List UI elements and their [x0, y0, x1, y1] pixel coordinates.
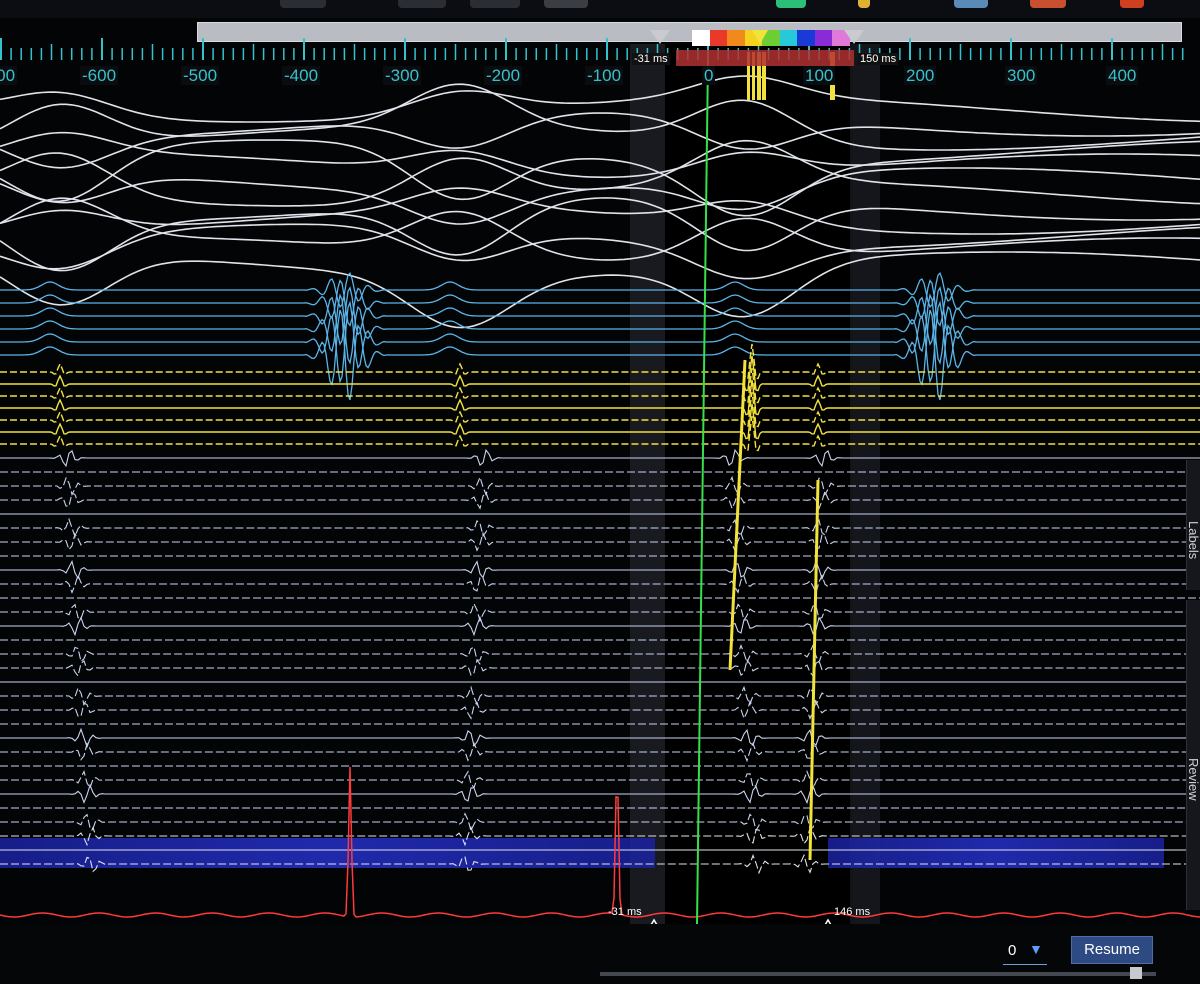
axis-tick-label: -400	[282, 66, 321, 85]
catheter-trace	[0, 343, 1200, 380]
catheter-trace	[0, 355, 1200, 392]
trace-group	[0, 75, 1200, 918]
mapping-trace	[0, 475, 1200, 497]
axis-tick-label: -600	[80, 66, 119, 85]
window-ruler	[676, 50, 854, 66]
window-of-interest-right-shade	[850, 44, 880, 924]
mapping-trace	[0, 531, 1200, 553]
dropdown-arrow-icon: ▼	[1029, 941, 1043, 957]
colorbar-left-handle-icon[interactable]	[650, 30, 670, 44]
right-marker-label: 146 ms	[834, 906, 871, 918]
ep-mapping-review-screen: -31 ms 150 ms -700 -600 -500 -400 -300 -200 -1…	[0, 0, 1200, 984]
colorbar-yellow-handle-icon[interactable]	[752, 30, 768, 44]
colorbar-segment	[814, 30, 833, 46]
colorbar-segment	[692, 30, 710, 46]
blue-band-left	[0, 838, 655, 868]
mapping-trace	[0, 699, 1200, 721]
window-start-label: -31 ms	[632, 53, 670, 65]
mapping-trace	[0, 812, 1200, 833]
axis-tick-label: -500	[181, 66, 220, 85]
window-of-interest-highlight	[665, 44, 853, 924]
reference-trace	[0, 279, 1200, 327]
surface-ecg-trace	[0, 131, 1200, 179]
axis-tick-label: 0	[702, 66, 716, 85]
axis-tick-label: 400	[1106, 66, 1139, 85]
mapping-trace	[0, 643, 1200, 665]
scrollbar-thumb[interactable]	[1130, 967, 1142, 979]
axis-tick-label: 200	[904, 66, 937, 85]
mapping-trace	[0, 448, 1200, 468]
catheter-trace	[0, 367, 1200, 404]
mapping-trace	[0, 685, 1200, 707]
labels-tab[interactable]: Labels	[1186, 460, 1200, 590]
catheter-trace	[0, 391, 1200, 428]
axis-tick-label: 300	[1005, 66, 1038, 85]
surface-ecg-trace	[0, 139, 1200, 207]
mapping-trace	[0, 769, 1200, 791]
reference-trace	[0, 272, 1200, 308]
axis-tick-label: -200	[484, 66, 523, 85]
reference-trace	[0, 300, 1200, 384]
surface-ecg-trace	[0, 83, 1200, 151]
window-end-label: 150 ms	[858, 53, 899, 65]
mapping-trace	[0, 559, 1200, 581]
mapping-trace	[0, 602, 1200, 623]
surface-ecg-trace	[0, 187, 1200, 235]
mapping-trace	[0, 741, 1200, 763]
axis-tick-label: 100	[803, 66, 836, 85]
mapping-trace	[0, 615, 1200, 637]
resume-button[interactable]: Resume	[1071, 936, 1153, 964]
axis-tick-label: -300	[383, 66, 422, 85]
review-tab[interactable]: Review	[1186, 600, 1200, 910]
left-marker-label: -31 ms	[608, 906, 642, 918]
mapping-trace	[0, 517, 1200, 539]
axis-ticks	[0, 38, 1184, 60]
colorbar-right-handle-icon[interactable]	[844, 30, 864, 44]
colorbar-segment	[727, 30, 745, 46]
reference-trace	[0, 286, 1200, 346]
colorbar-segment	[709, 30, 728, 46]
mapping-trace	[0, 658, 1200, 678]
mapping-trace	[0, 783, 1200, 805]
electrogram-plot	[0, 38, 1200, 931]
reference-trace	[0, 293, 1200, 365]
mapping-trace	[0, 727, 1200, 749]
horizontal-scrollbar[interactable]	[600, 972, 1156, 976]
mapping-trace	[0, 573, 1200, 595]
catheter-trace	[0, 415, 1200, 452]
axis-tick-label: -700	[0, 66, 18, 86]
surface-ecg-trace	[0, 197, 1200, 261]
axis-tick-label: -100	[585, 66, 624, 85]
catheter-trace	[0, 379, 1200, 416]
lat-colorbar[interactable]	[692, 30, 850, 46]
trace-offset-select[interactable]: 0 ▼	[1003, 938, 1047, 965]
select-value: 0	[1008, 942, 1017, 959]
catheter-trace	[0, 403, 1200, 440]
colorbar-segment	[779, 30, 798, 46]
colorbar-segment	[797, 30, 815, 46]
reference-trace	[0, 309, 1200, 401]
mapping-trace	[0, 489, 1200, 511]
